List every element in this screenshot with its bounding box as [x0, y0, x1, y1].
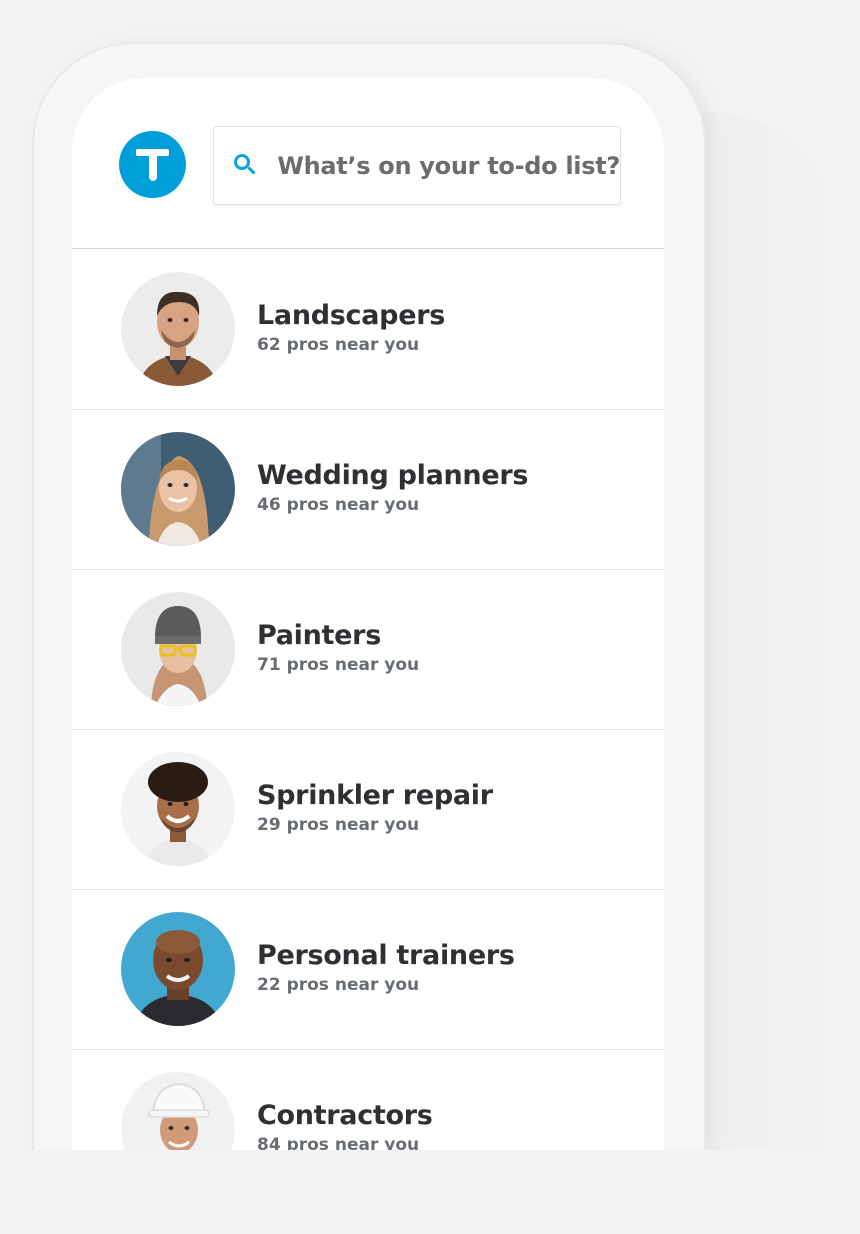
page-background: What’s on your to-do list? Landscapers 6…	[0, 0, 860, 1234]
list-item-landscapers[interactable]: Landscapers 62 pros near you	[72, 250, 664, 410]
search-input[interactable]: What’s on your to-do list?	[213, 126, 621, 205]
category-title: Landscapers	[257, 300, 445, 331]
avatar	[121, 272, 235, 386]
category-title: Sprinkler repair	[257, 780, 493, 811]
avatar	[121, 752, 235, 866]
category-title: Wedding planners	[257, 460, 529, 491]
search-icon	[234, 153, 256, 178]
pros-count: 71 pros near you	[257, 655, 420, 675]
category-list: Landscapers 62 pros near you Wedding pla…	[72, 250, 664, 1150]
category-title: Painters	[257, 620, 381, 651]
list-item-wedding-planners[interactable]: Wedding planners 46 pros near you	[72, 410, 664, 570]
list-item-contractors[interactable]: Contractors 84 pros near you	[72, 1050, 664, 1150]
pros-count: 22 pros near you	[257, 975, 420, 995]
list-item-personal-trainers[interactable]: Personal trainers 22 pros near you	[72, 890, 664, 1050]
avatar	[121, 912, 235, 1026]
category-title: Contractors	[257, 1100, 433, 1131]
search-placeholder: What’s on your to-do list?	[277, 151, 620, 180]
avatar	[121, 592, 235, 706]
pros-count: 46 pros near you	[257, 495, 420, 515]
category-title: Personal trainers	[257, 940, 515, 971]
page-bottom-band	[0, 1150, 860, 1234]
app-header: What’s on your to-do list?	[72, 78, 664, 249]
phone-frame: What’s on your to-do list? Landscapers 6…	[34, 44, 704, 1150]
pros-count: 62 pros near you	[257, 335, 420, 355]
avatar	[121, 432, 235, 546]
list-item-sprinkler-repair[interactable]: Sprinkler repair 29 pros near you	[72, 730, 664, 890]
pros-count: 84 pros near you	[257, 1135, 420, 1150]
thumbtack-logo-icon[interactable]	[119, 131, 186, 198]
phone-screen: What’s on your to-do list? Landscapers 6…	[72, 78, 664, 1150]
pros-count: 29 pros near you	[257, 815, 420, 835]
avatar	[121, 1072, 235, 1150]
list-item-painters[interactable]: Painters 71 pros near you	[72, 570, 664, 730]
